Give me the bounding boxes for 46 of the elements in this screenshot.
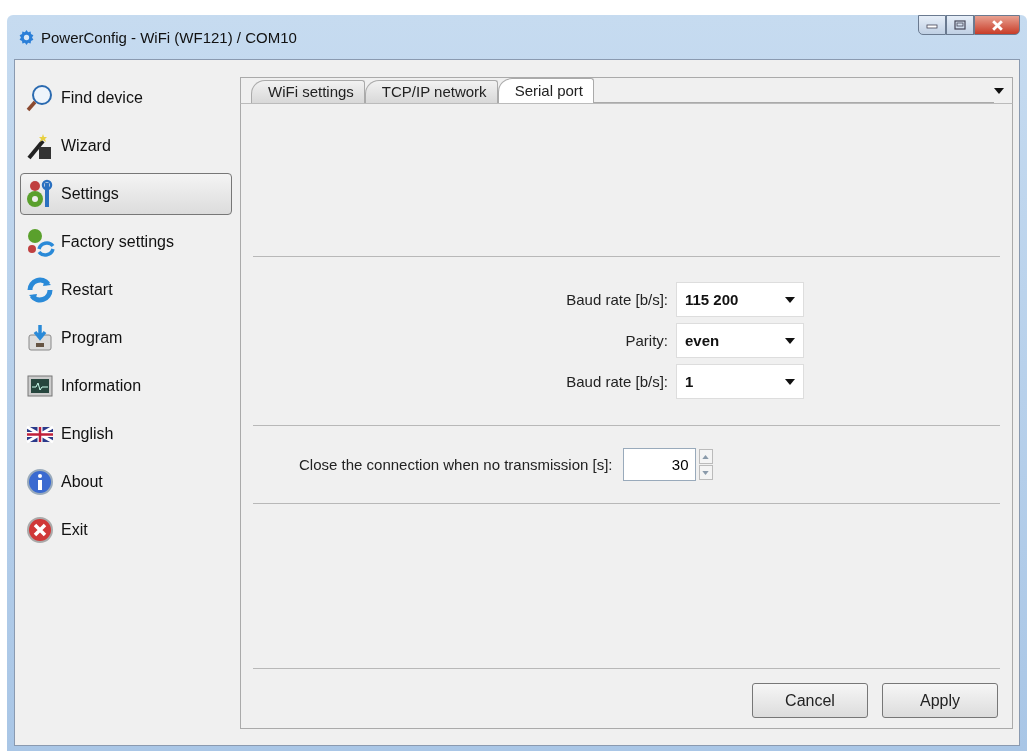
sidebar-item[interactable]: Factory settings (20, 221, 232, 263)
sidebar-item[interactable]: Wizard (20, 125, 232, 167)
number-field[interactable]: 30 (622, 448, 696, 481)
sidebar-item[interactable]: Find device (20, 77, 232, 119)
dropdown[interactable]: even (676, 323, 804, 358)
sidebar-item[interactable]: Settings (20, 173, 232, 215)
sidebar-item[interactable]: About (20, 461, 232, 503)
spin-down-button[interactable] (698, 465, 713, 480)
minimize-icon (926, 21, 938, 29)
sidebar-item[interactable]: English (20, 413, 232, 455)
sidebar-item[interactable]: Restart (20, 269, 232, 311)
search-icon (25, 83, 55, 113)
refresh-icon (25, 275, 55, 305)
cancel-button[interactable]: Cancel (752, 683, 868, 718)
minimize-button[interactable] (918, 15, 946, 35)
field-label: Parity: (625, 332, 668, 349)
close-icon (990, 18, 1004, 32)
gears-icon (25, 179, 55, 209)
tab[interactable]: TCP/IP network (364, 80, 498, 103)
gear-icon (18, 28, 35, 46)
tab[interactable]: Serial port (497, 78, 594, 103)
spin-up-button[interactable] (698, 449, 713, 464)
caret-icon (785, 337, 795, 344)
dropdown-arrow-icon[interactable] (994, 88, 1004, 94)
caret-icon (785, 296, 795, 303)
down-arrow-icon (702, 470, 709, 475)
up-arrow-icon (702, 454, 709, 459)
apply-button[interactable]: Apply (882, 683, 998, 718)
download-box-icon (25, 323, 55, 353)
gears-refresh-icon (25, 227, 55, 257)
caret-icon (785, 378, 795, 385)
field-label: Baud rate [b/s]: (566, 291, 668, 308)
field-label: Baud rate [b/s]: (566, 373, 668, 390)
sidebar-item[interactable]: Information (20, 365, 232, 407)
info-icon (25, 467, 55, 497)
dropdown[interactable]: 115 200 (676, 282, 804, 317)
sidebar-item[interactable]: Exit (20, 509, 232, 551)
exit-icon (25, 515, 55, 545)
window-title: PowerConfig - WiFi (WF121) / COM10 (41, 28, 297, 46)
field-label: Close the connection when no transmission [s]: (299, 456, 613, 473)
close-button[interactable] (974, 15, 1020, 35)
sidebar-item[interactable]: Program (20, 317, 232, 359)
dropdown[interactable]: 1 (676, 364, 804, 399)
tab[interactable]: WiFi settings (251, 80, 365, 103)
maximize-button[interactable] (946, 15, 974, 35)
maximize-icon (954, 20, 966, 30)
